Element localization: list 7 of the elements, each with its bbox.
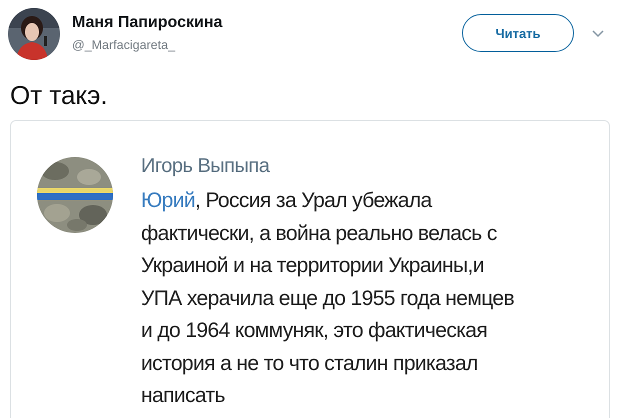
author-name[interactable]: Маня Папироскина (72, 14, 222, 32)
commenter-name[interactable]: Игорь Выпыпа (141, 153, 514, 179)
follow-button[interactable]: Читать (462, 14, 574, 52)
chevron-down-icon[interactable] (592, 30, 604, 38)
author-handle[interactable]: @_Marfacigareta_ (72, 38, 222, 52)
comment-text: Юрий, Россия за Урал убежала фактически, а война реально велась с Украиной и на территории Украины,и УПА херачила еще до 1955 года немцев и до 1964 коммуняк, это фактическая история а не то что сталин приказал написать (141, 188, 514, 409)
tweet-text: От такэ. (10, 80, 109, 110)
